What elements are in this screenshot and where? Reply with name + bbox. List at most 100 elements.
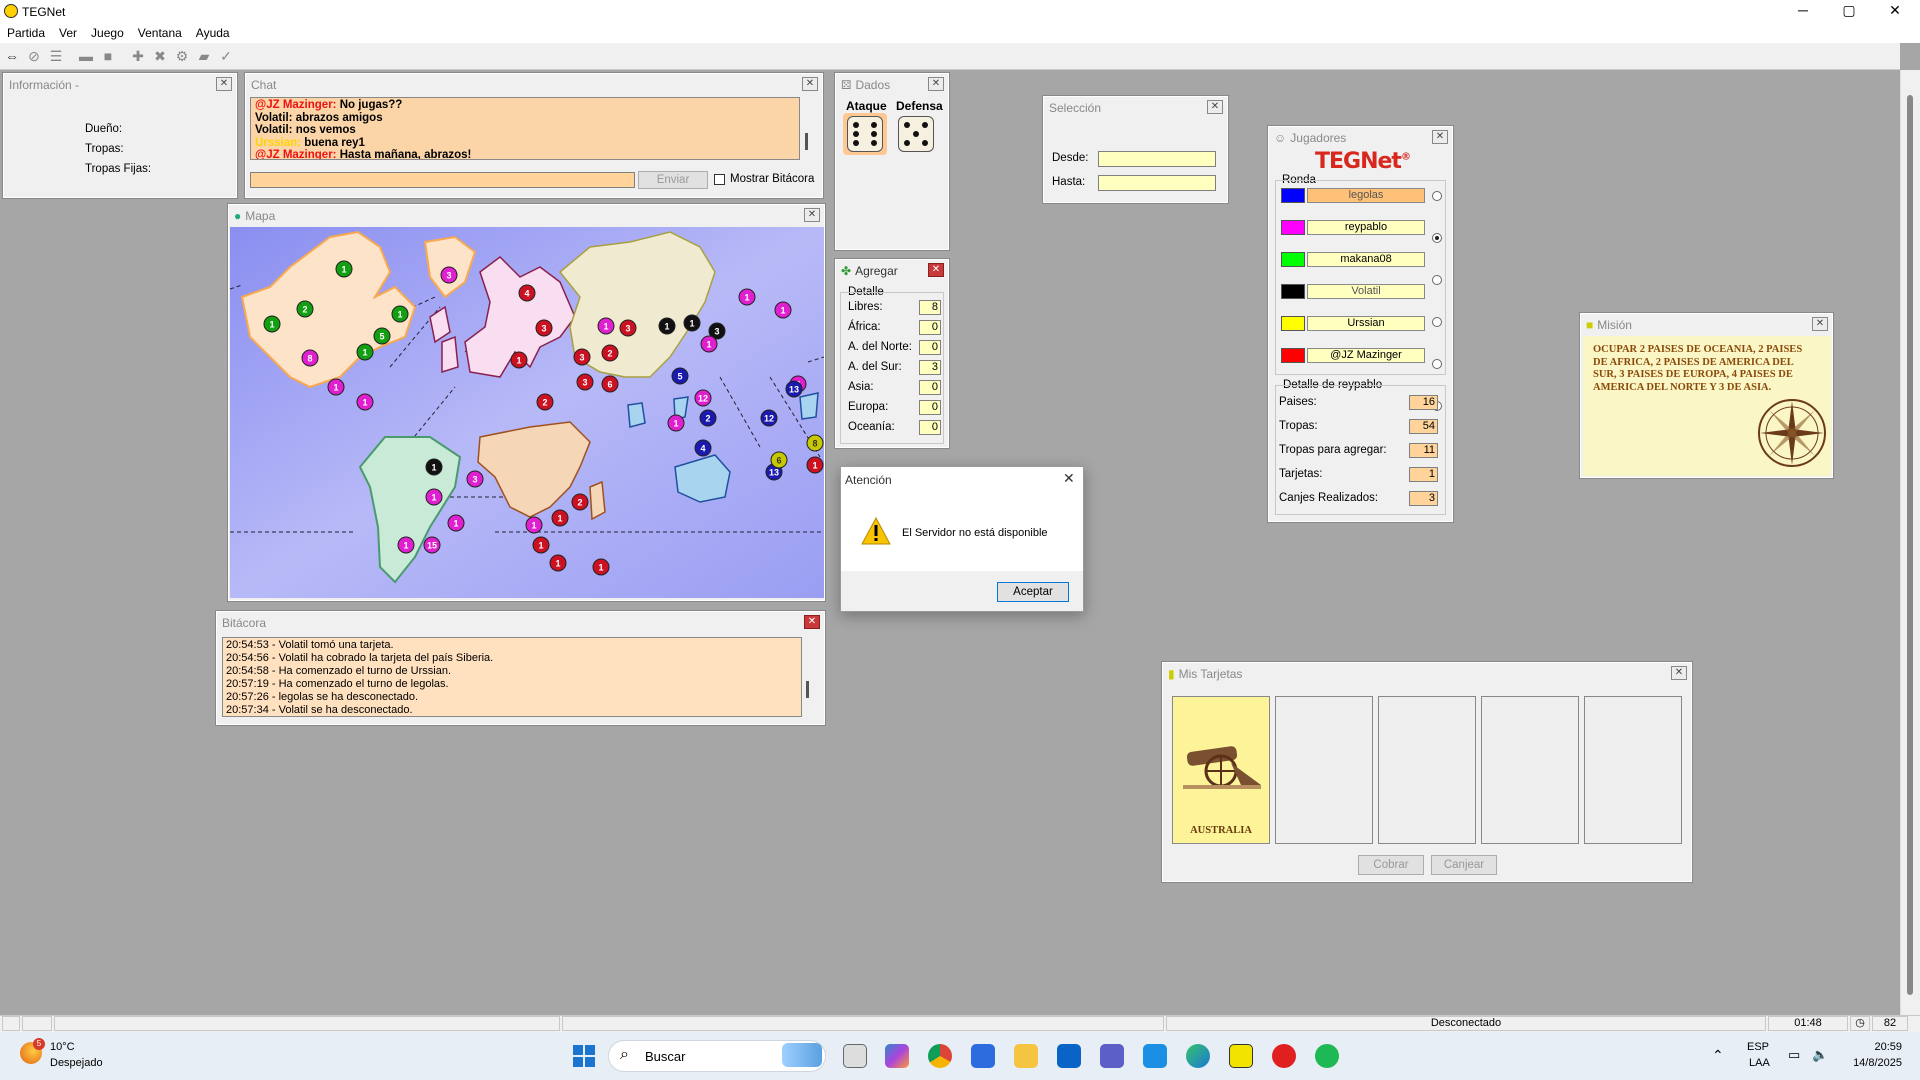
info-panel-close-button[interactable]: ✕ xyxy=(216,77,232,91)
cards-title: Mis Tarjetas xyxy=(1178,667,1243,681)
regroup-icon[interactable]: ⚙ xyxy=(172,46,192,66)
scrollbar-thumb[interactable] xyxy=(1907,95,1913,995)
chat-close-button[interactable]: ✕ xyxy=(802,77,818,91)
to-field[interactable] xyxy=(1098,175,1216,191)
clock-date[interactable]: 14/8/2025 xyxy=(1840,1057,1902,1069)
alert-ok-button[interactable]: Aceptar xyxy=(997,582,1069,602)
great-britain[interactable] xyxy=(441,335,459,374)
add-row-value: 0 xyxy=(919,420,941,435)
menu-partida[interactable]: Partida xyxy=(7,26,45,40)
language-code[interactable]: ESP xyxy=(1747,1041,1769,1053)
disconnect-icon[interactable]: ⊘ xyxy=(24,46,44,66)
mission-close-button[interactable]: ✕ xyxy=(1812,317,1828,331)
troop-count: 1 xyxy=(362,398,367,408)
troop-count: 4 xyxy=(700,444,705,454)
close-button[interactable]: ✕ xyxy=(1872,0,1918,22)
player-name: Urssian xyxy=(1307,316,1425,331)
cards-close-button[interactable]: ✕ xyxy=(1671,666,1687,680)
task-view-icon[interactable] xyxy=(843,1044,867,1068)
troops-label: Tropas: xyxy=(85,143,124,155)
player-color xyxy=(1281,348,1305,363)
tegnet-taskbar-icon[interactable] xyxy=(1229,1044,1253,1068)
show-log-checkbox[interactable] xyxy=(714,174,725,185)
chat-input[interactable] xyxy=(250,172,635,188)
edge-icon[interactable] xyxy=(1186,1044,1210,1068)
teams-icon[interactable] xyxy=(1100,1044,1124,1068)
player-radio[interactable] xyxy=(1432,359,1442,369)
player-radio[interactable] xyxy=(1432,275,1442,285)
start-button[interactable] xyxy=(573,1045,595,1067)
from-field[interactable] xyxy=(1098,151,1216,167)
map-close-button[interactable]: ✕ xyxy=(804,208,820,222)
sumatra[interactable] xyxy=(627,402,646,428)
network-icon[interactable]: ▭ xyxy=(1788,1047,1800,1063)
chrome-icon[interactable] xyxy=(928,1044,952,1068)
add-close-button[interactable]: ✕ xyxy=(928,263,944,277)
store-icon[interactable] xyxy=(971,1044,995,1068)
world-map[interactable]: 1211153811431332326111311131251241213131… xyxy=(230,227,824,598)
send-button[interactable]: Enviar xyxy=(638,171,708,189)
collect-button[interactable]: Cobrar xyxy=(1358,855,1424,875)
search-highlight-image xyxy=(782,1043,822,1067)
log-scroll-thumb[interactable] xyxy=(806,681,809,698)
player-radio[interactable] xyxy=(1432,317,1442,327)
player-radio[interactable] xyxy=(1432,191,1442,201)
menu-juego[interactable]: Juego xyxy=(91,26,124,40)
chat-scroll-thumb[interactable] xyxy=(805,133,808,150)
spotify-icon[interactable] xyxy=(1315,1044,1339,1068)
log-close-button[interactable]: ✕ xyxy=(804,615,820,629)
info-panel-header: Información - xyxy=(6,76,234,94)
troop-count: 1 xyxy=(333,383,338,393)
chat-header: Chat xyxy=(248,76,820,94)
stat-label: Tropas: xyxy=(1279,420,1318,432)
card-icon[interactable]: ▰ xyxy=(194,46,214,66)
volume-icon[interactable]: 🔈 xyxy=(1812,1047,1828,1063)
troop-count: 1 xyxy=(603,322,608,332)
player-color xyxy=(1281,220,1305,235)
player-name: Volatil xyxy=(1307,284,1425,299)
window-title: TEGNet xyxy=(22,5,66,19)
alert-close-button[interactable]: ✕ xyxy=(1063,470,1075,487)
troop-count: 1 xyxy=(431,463,436,473)
tray-chevron-icon[interactable]: ⌃ xyxy=(1712,1047,1724,1064)
add-row-value: 0 xyxy=(919,340,941,355)
empty-card-slot xyxy=(1481,696,1579,844)
log-line: 20:57:34 - Volatil se ha desconectado. xyxy=(226,704,413,716)
madagascar[interactable] xyxy=(589,480,606,521)
list-icon[interactable]: ☰ xyxy=(46,46,66,66)
ea-icon[interactable] xyxy=(1272,1044,1296,1068)
add-troops-icon[interactable]: ✚ xyxy=(128,46,148,66)
copilot-icon[interactable] xyxy=(885,1044,909,1068)
country-card[interactable]: AUSTRALIA xyxy=(1172,696,1270,844)
attack-icon[interactable]: ✖ xyxy=(150,46,170,66)
clock-time[interactable]: 20:59 xyxy=(1862,1041,1902,1053)
player-name: @JZ Mazinger xyxy=(1307,348,1425,363)
status-cell xyxy=(54,1016,560,1031)
start-icon[interactable]: ▬ xyxy=(76,46,96,66)
minimize-button[interactable]: ─ xyxy=(1780,0,1826,22)
menu-ver[interactable]: Ver xyxy=(59,26,77,40)
players-close-button[interactable]: ✕ xyxy=(1432,130,1448,144)
language-layout[interactable]: LAA xyxy=(1749,1057,1770,1069)
file-explorer-icon[interactable] xyxy=(1014,1044,1038,1068)
maximize-button[interactable]: ▢ xyxy=(1826,0,1872,22)
empty-card-slot xyxy=(1378,696,1476,844)
outlook-icon[interactable] xyxy=(1057,1044,1081,1068)
troop-count: 13 xyxy=(769,468,779,478)
java[interactable] xyxy=(799,392,819,420)
player-radio[interactable] xyxy=(1432,233,1442,243)
menu-ayuda[interactable]: Ayuda xyxy=(196,26,230,40)
stop-icon[interactable]: ■ xyxy=(98,46,118,66)
menu-ventana[interactable]: Ventana xyxy=(138,26,182,40)
end-turn-icon[interactable]: ✓ xyxy=(216,46,236,66)
dice-close-button[interactable]: ✕ xyxy=(928,77,944,91)
map-title: Mapa xyxy=(245,209,276,223)
selection-close-button[interactable]: ✕ xyxy=(1207,100,1223,114)
pinned-app-icon[interactable] xyxy=(1143,1044,1167,1068)
exchange-button[interactable]: Canjear xyxy=(1431,855,1497,875)
alert-title: Atención xyxy=(845,473,892,487)
connect-icon[interactable]: ⇔ xyxy=(2,46,22,66)
players-panel: ☺ Jugadores ✕ TEGNet® Ronda legolas reypa… xyxy=(1267,125,1454,523)
chat-line: @JZ Mazinger: Hasta mañana, abrazos! xyxy=(255,149,472,160)
add-row-label: Oceanía: xyxy=(848,421,895,433)
